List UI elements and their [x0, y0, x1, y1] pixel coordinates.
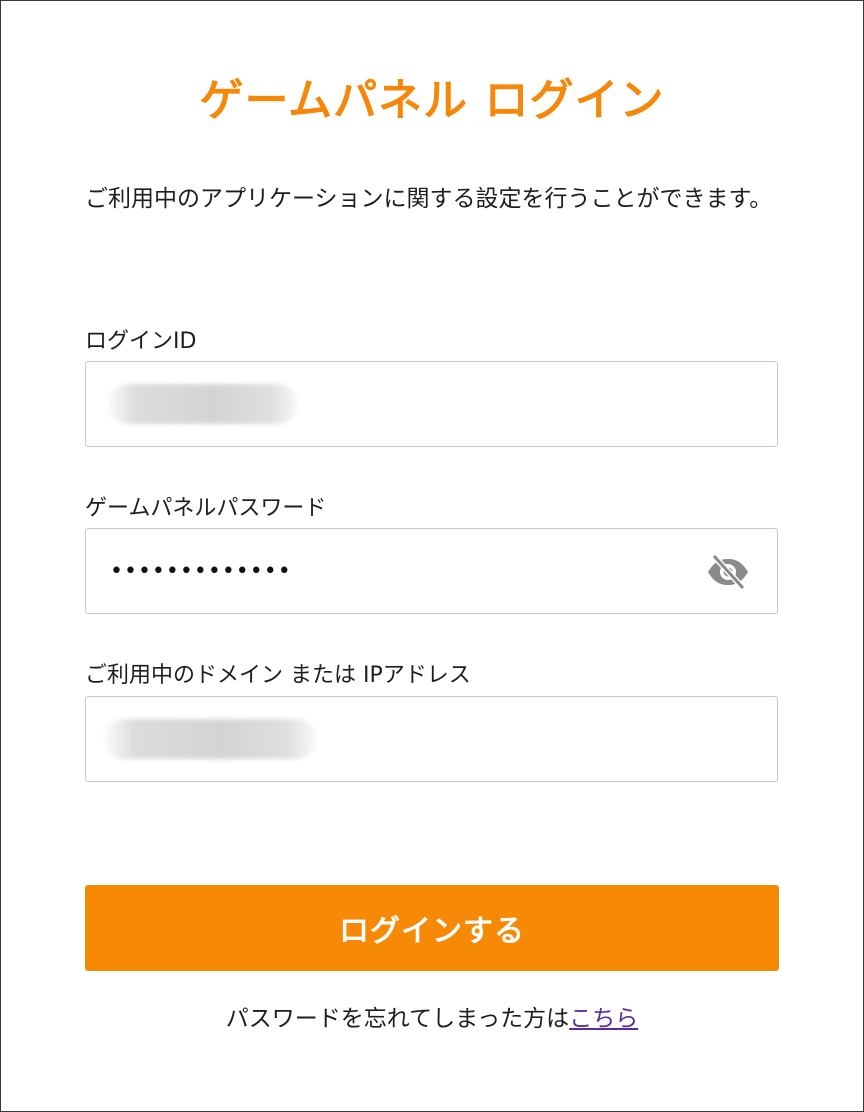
description-text: ご利用中のアプリケーションに関する設定を行うことができます。 [85, 186, 773, 212]
forgot-password-prefix: パスワードを忘れてしまった方は [225, 1006, 570, 1032]
login-id-redacted-value [108, 384, 298, 424]
password-label: ゲームパネルパスワード [85, 496, 327, 521]
forgot-password-link[interactable]: こちら [569, 1006, 638, 1032]
domain-input[interactable] [85, 696, 778, 782]
eye-slash-icon[interactable] [705, 553, 751, 591]
forgot-password-text: パスワードを忘れてしまった方はこちら [1, 1001, 863, 1037]
page-title: ゲームパネル ログイン [199, 75, 665, 126]
login-id-input[interactable] [85, 361, 778, 447]
login-panel: ゲームパネル ログイン ご利用中のアプリケーションに関する設定を行うことができま… [0, 0, 864, 1112]
domain-label: ご利用中のドメイン または IPアドレス [85, 663, 471, 688]
password-input[interactable]: ••••••••••••• [85, 528, 778, 614]
password-masked-value: ••••••••••••• [110, 559, 292, 584]
login-id-label: ログインID [85, 329, 197, 354]
login-button[interactable]: ログインする [85, 885, 779, 971]
domain-redacted-value [104, 719, 316, 759]
